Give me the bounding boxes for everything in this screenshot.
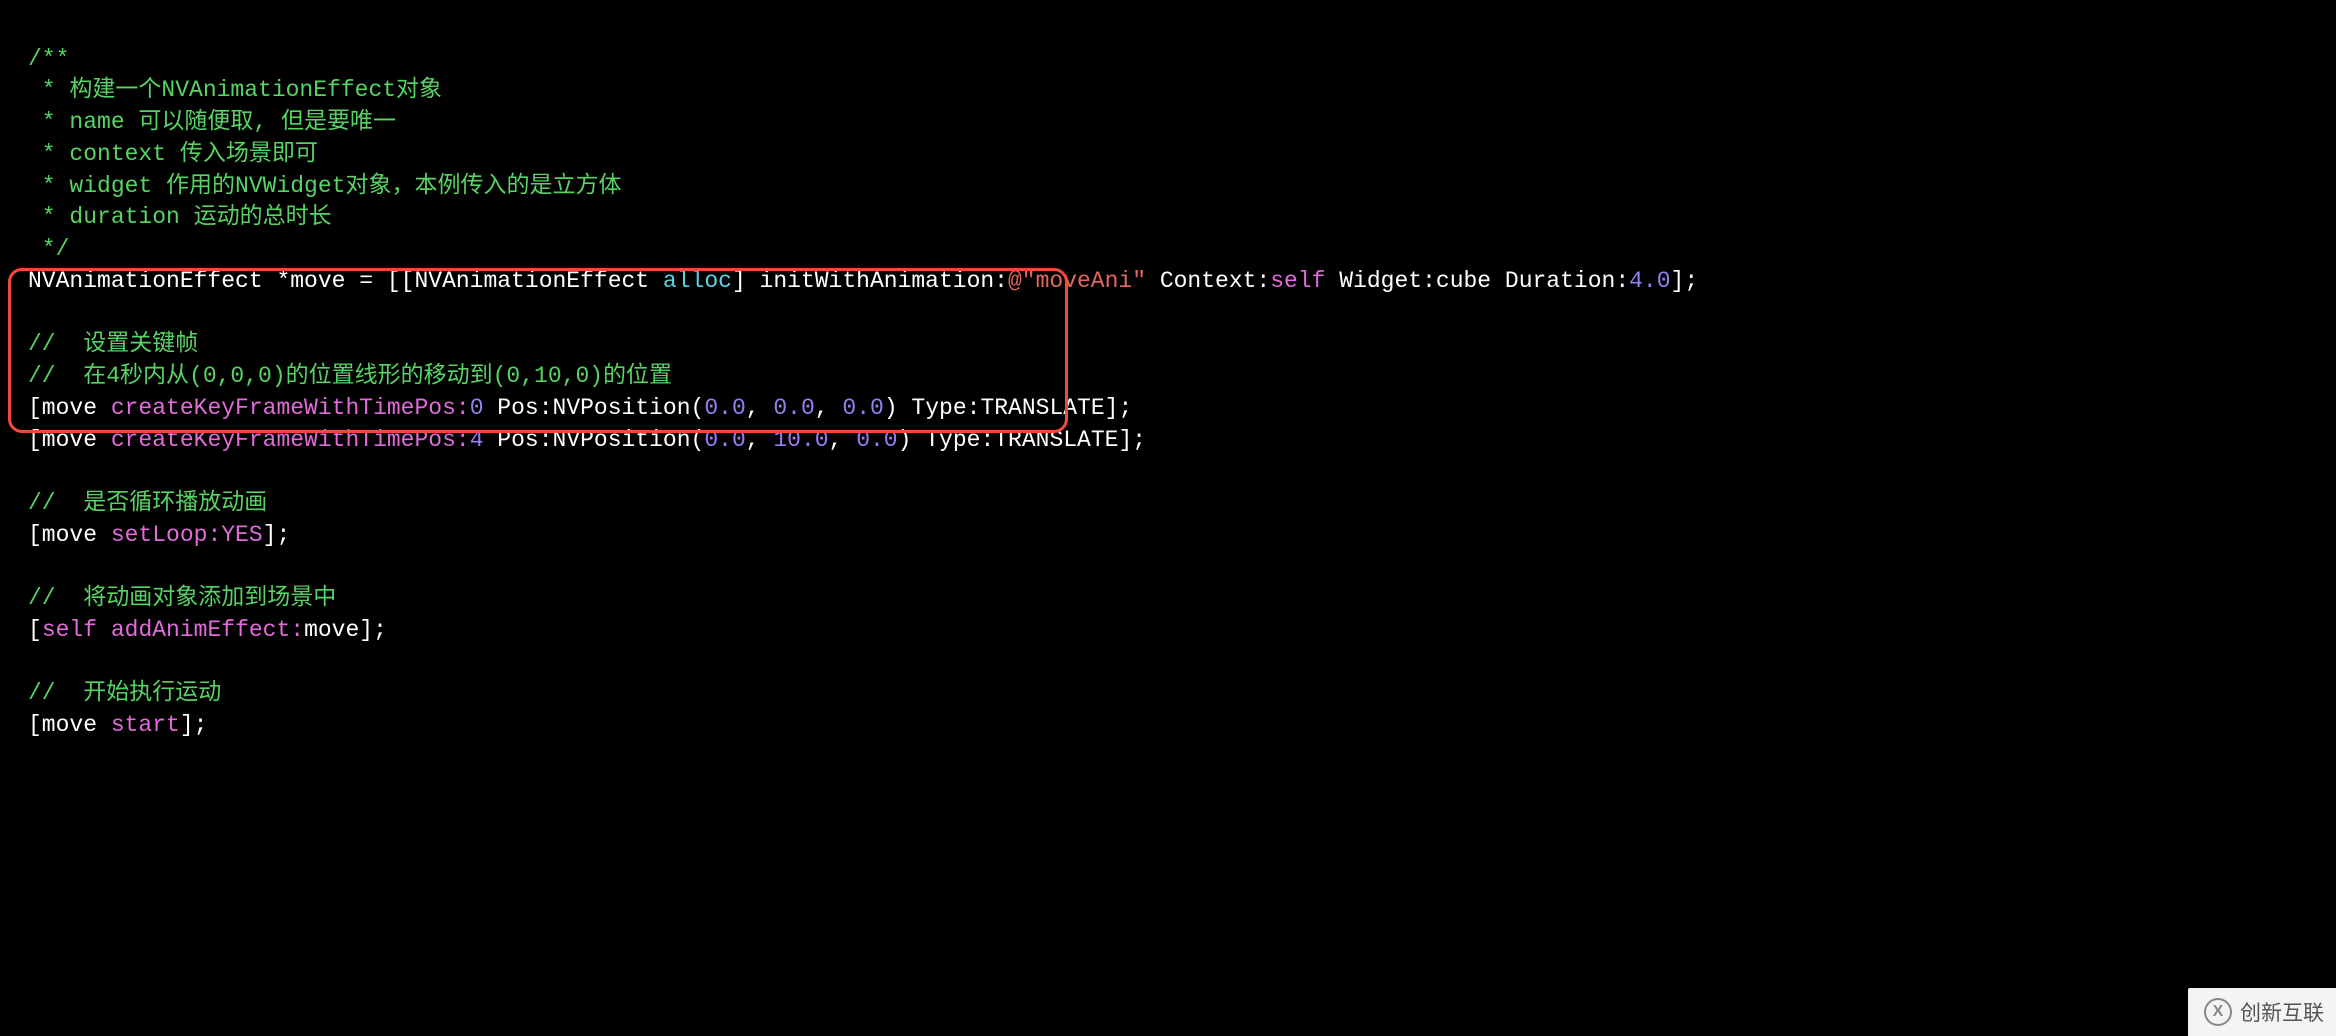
code-block: /** * 构建一个NVAnimationEffect对象 * name 可以随… <box>0 0 2336 754</box>
code-line-addanim: [self addAnimEffect:move]; <box>28 617 387 643</box>
comment: /** <box>28 46 69 72</box>
comment: // 是否循环播放动画 <box>28 490 267 516</box>
watermark: X 创新互联 <box>2188 988 2336 1036</box>
comment: */ <box>28 236 69 262</box>
code-line-alloc: NVAnimationEffect *move = [[NVAnimationE… <box>28 268 1698 294</box>
watermark-icon: X <box>2204 998 2232 1026</box>
comment: * name 可以随便取, 但是要唯一 <box>28 109 396 135</box>
comment: // 设置关键帧 <box>28 331 198 357</box>
comment: * duration 运动的总时长 <box>28 204 332 230</box>
watermark-label: 创新互联 <box>2240 997 2324 1027</box>
code-line-keyframe: [move createKeyFrameWithTimePos:0 Pos:NV… <box>28 395 1132 421</box>
code-line-start: [move start]; <box>28 712 207 738</box>
code-line-setloop: [move setLoop:YES]; <box>28 522 290 548</box>
comment: * 构建一个NVAnimationEffect对象 <box>28 77 442 103</box>
comment: * widget 作用的NVWidget对象，本例传入的是立方体 <box>28 173 621 199</box>
comment: // 将动画对象添加到场景中 <box>28 585 336 611</box>
comment: * context 传入场景即可 <box>28 141 318 167</box>
code-line-keyframe: [move createKeyFrameWithTimePos:4 Pos:NV… <box>28 427 1146 453</box>
comment: // 在4秒内从(0,0,0)的位置线形的移动到(0,10,0)的位置 <box>28 363 672 389</box>
comment: // 开始执行运动 <box>28 680 221 706</box>
